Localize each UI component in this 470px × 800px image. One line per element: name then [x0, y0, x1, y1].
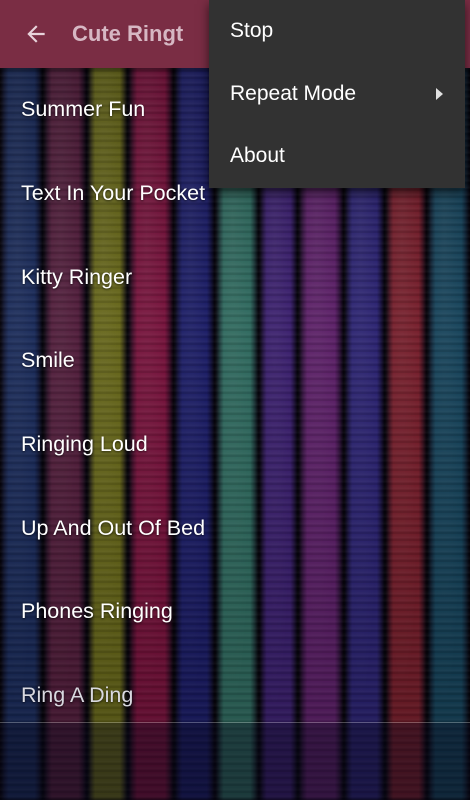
ringtone-label: Text In Your Pocket	[21, 181, 206, 206]
menu-item-label: Repeat Mode	[230, 81, 357, 105]
overflow-menu: Stop Repeat Mode About	[209, 0, 465, 188]
ringtone-list-item[interactable]: Smile	[0, 319, 470, 403]
menu-item-label: Stop	[230, 19, 274, 43]
app-title: Cute Ringt	[72, 21, 184, 46]
ringtone-label: Ringing Loud	[21, 432, 148, 457]
ringtone-list-item[interactable]: Kitty Ringer	[0, 235, 470, 319]
menu-item-stop[interactable]: Stop	[209, 0, 465, 63]
ringtone-label: Summer Fun	[21, 97, 146, 122]
ringtone-label: Up And Out Of Bed	[21, 515, 206, 540]
menu-item-repeat-mode[interactable]: Repeat Mode	[209, 63, 465, 126]
ringtone-label: Phones Ringing	[21, 599, 173, 624]
ringtone-list-item[interactable]: Ringing Loud	[0, 403, 470, 487]
submenu-arrow-icon	[436, 87, 443, 100]
arrow-left-icon	[27, 25, 45, 43]
ringtone-list-item[interactable]: Up And Out Of Bed	[0, 486, 470, 570]
ringtone-label: Kitty Ringer	[21, 264, 133, 289]
app-screen: Summer Fun Text In Your Pocket Kitty Ringe…	[0, 0, 470, 800]
menu-item-about[interactable]: About	[209, 125, 465, 188]
ringtone-label: Ring A Ding	[21, 683, 134, 708]
menu-item-label: About	[230, 144, 285, 168]
back-button[interactable]	[0, 0, 72, 68]
ringtone-label: Smile	[21, 348, 75, 373]
bottom-area	[0, 723, 470, 800]
ringtone-list-item[interactable]: Phones Ringing	[0, 570, 470, 654]
